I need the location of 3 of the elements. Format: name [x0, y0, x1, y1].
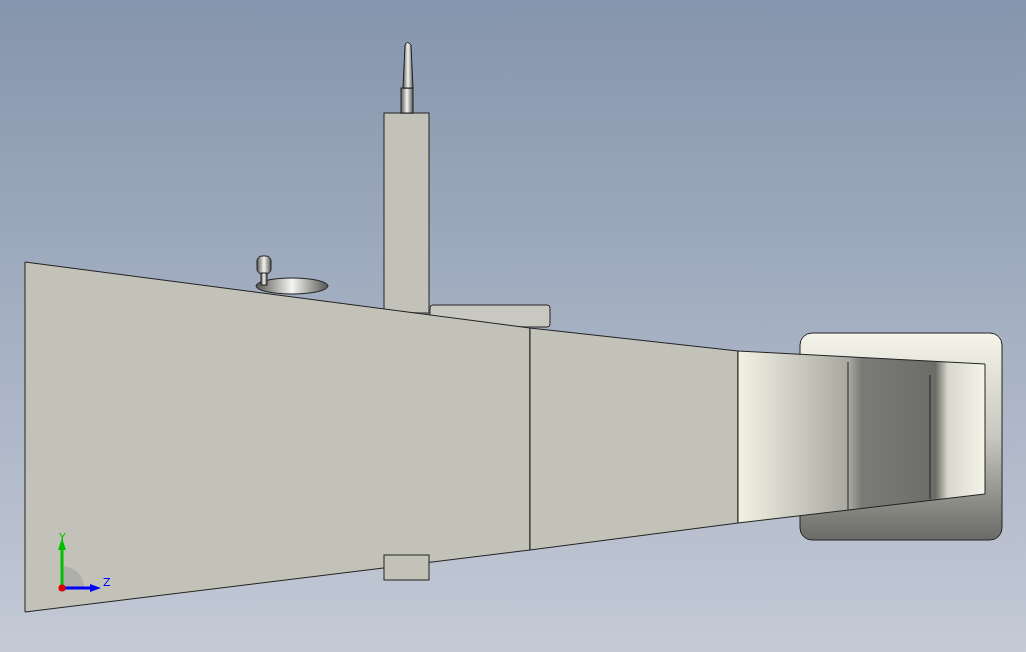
cad-viewport[interactable]: Y Z: [0, 0, 1026, 652]
axis-label: Z: [103, 576, 111, 589]
axis-label: Y: [59, 531, 66, 544]
